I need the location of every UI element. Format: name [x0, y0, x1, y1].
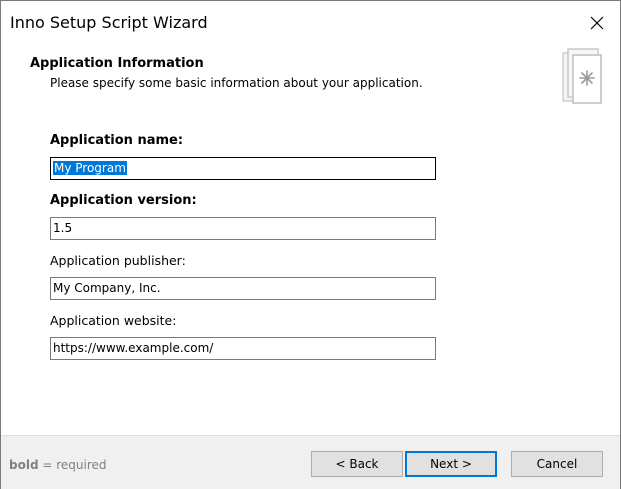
back-button[interactable]: < Back: [311, 451, 403, 477]
required-legend: bold = required: [9, 458, 107, 472]
wizard-window: Inno Setup Script Wizard Application Inf…: [0, 0, 621, 489]
wizard-page-icon: [562, 48, 602, 104]
close-button[interactable]: [574, 1, 620, 45]
page-header: Application Information Please specify s…: [1, 45, 620, 105]
cancel-button[interactable]: Cancel: [511, 451, 603, 477]
window-title: Inno Setup Script Wizard: [10, 13, 208, 32]
close-icon: [590, 16, 604, 30]
app-name-input[interactable]: My Program: [50, 157, 436, 180]
app-website-input[interactable]: https://www.example.com/: [50, 337, 436, 360]
app-version-label: Application version:: [50, 193, 197, 208]
button-bar: bold = required < Back Next > Cancel: [1, 435, 620, 489]
app-name-label: Application name:: [50, 133, 184, 148]
required-legend-bold: bold: [9, 458, 39, 472]
app-version-input[interactable]: 1.5: [50, 217, 436, 240]
app-publisher-label: Application publisher:: [50, 253, 186, 268]
app-publisher-input[interactable]: My Company, Inc.: [50, 277, 436, 300]
form-area: Application name: My Program Application…: [1, 105, 620, 435]
app-name-value: My Program: [53, 161, 127, 175]
next-button[interactable]: Next >: [405, 451, 497, 477]
title-bar: Inno Setup Script Wizard: [1, 1, 620, 45]
page-title: Application Information: [30, 56, 204, 71]
page-subtitle: Please specify some basic information ab…: [50, 76, 423, 90]
app-website-label: Application website:: [50, 313, 177, 328]
required-legend-text: = required: [38, 458, 107, 472]
